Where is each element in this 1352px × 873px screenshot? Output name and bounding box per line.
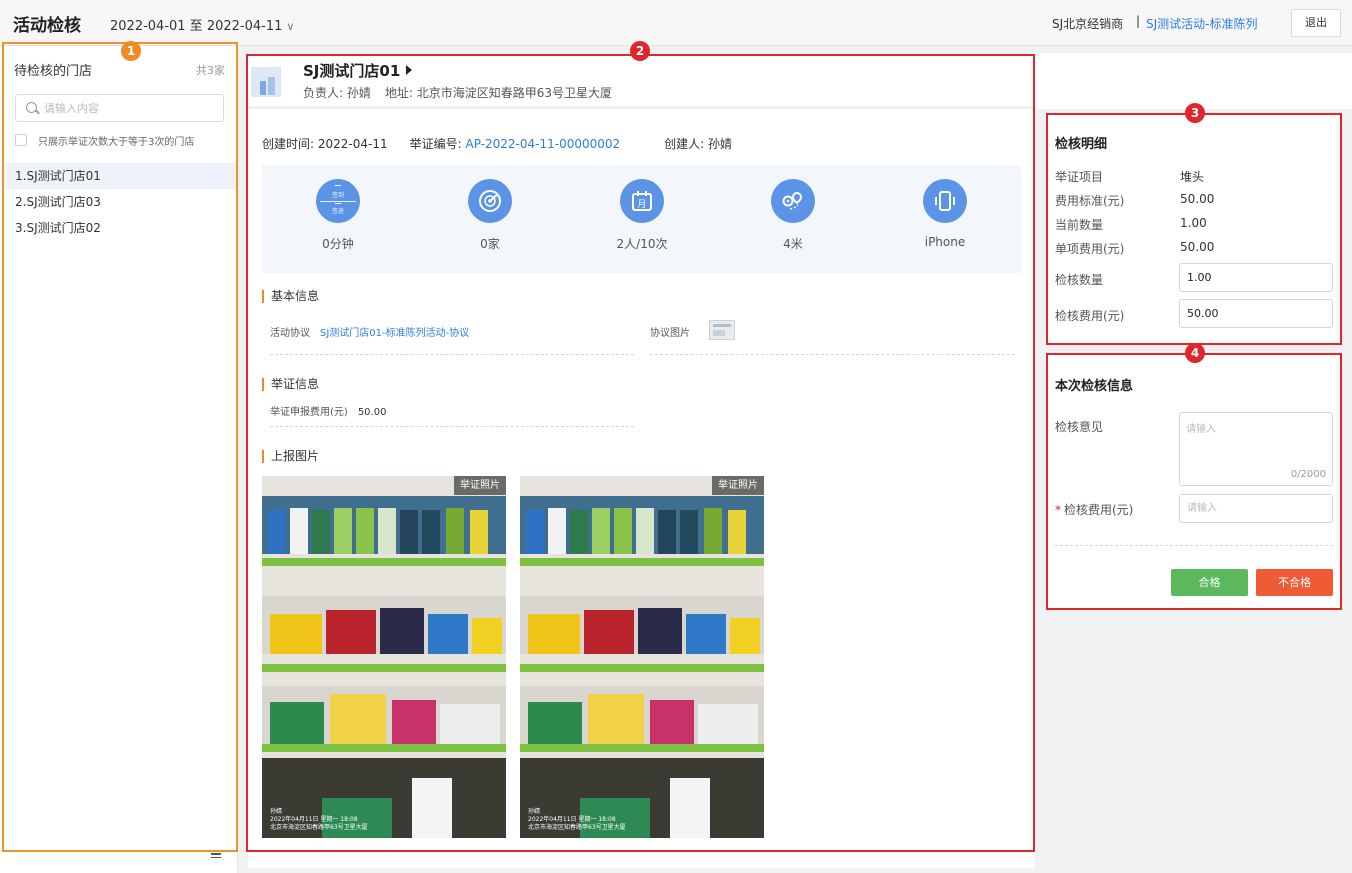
annotation-badge-2: 2	[630, 41, 650, 61]
dealer-name: SJ北京经销商	[1052, 17, 1124, 31]
annotation-badge-1: 1	[121, 41, 141, 61]
header-separator: |	[1136, 14, 1141, 28]
annotation-box-4	[1046, 353, 1342, 610]
annotation-box-2	[246, 54, 1035, 852]
app-header: 活动检核 2022-04-01 至 2022-04-11 ∨ SJ北京经销商 | …	[0, 0, 1352, 46]
right-header-spacer	[1035, 53, 1352, 109]
page-title: 活动检核	[13, 16, 81, 36]
annotation-badge-3: 3	[1185, 103, 1205, 123]
annotation-box-1	[2, 42, 238, 852]
activity-link[interactable]: SJ测试活动-标准陈列	[1146, 15, 1258, 32]
logout-button[interactable]: 退出	[1291, 9, 1341, 37]
date-range-text: 2022-04-01 至 2022-04-11	[110, 19, 283, 34]
annotation-badge-4: 4	[1185, 343, 1205, 363]
date-range-picker[interactable]: 2022-04-01 至 2022-04-11 ∨	[110, 15, 294, 34]
annotation-box-3	[1046, 113, 1342, 345]
chevron-down-icon: ∨	[286, 20, 295, 33]
